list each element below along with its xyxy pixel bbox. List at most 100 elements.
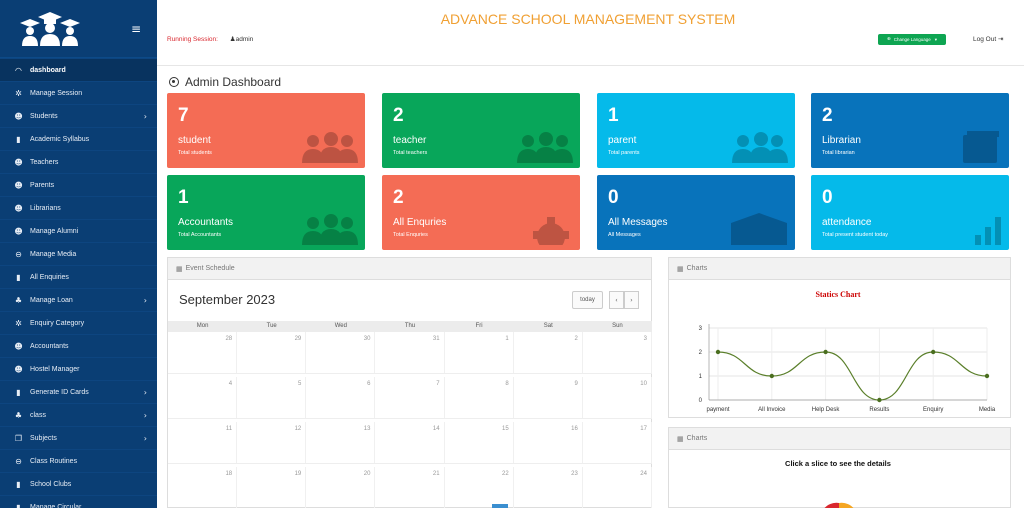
sidebar-item-parents[interactable]: ☻ Parents: [0, 173, 157, 196]
sidebar-item-manage-circular[interactable]: ▮ Manage Circular: [0, 495, 157, 508]
sidebar-item-label: Students: [30, 112, 58, 120]
sidebar-item-hostel-manager[interactable]: ☻ Hostel Manager: [0, 357, 157, 380]
users-icon: ☻: [14, 157, 23, 167]
menu-toggle-icon[interactable]: ≡: [131, 22, 141, 36]
stat-card-value: 2: [393, 105, 404, 126]
users-bg-icon: [299, 129, 359, 168]
stat-card-attendance[interactable]: 0 attendance Total present student today: [811, 175, 1009, 250]
charts-panel-title: Charts: [686, 265, 708, 272]
gear-icon: ✲: [15, 88, 22, 98]
calendar-day-cell[interactable]: 13: [306, 422, 376, 463]
dashboard-circle-icon: [169, 77, 179, 87]
sidebar-item-label: Parents: [30, 181, 55, 189]
calendar-day-cell[interactable]: 3: [583, 332, 652, 373]
stat-card-parent[interactable]: 1 parent Total parents: [597, 93, 795, 168]
chevron-right-icon: ›: [143, 111, 147, 121]
book-icon: ▮: [16, 479, 21, 489]
sidebar-item-all-enquiries[interactable]: ▮ All Enquiries: [0, 265, 157, 288]
sidebar-item-students[interactable]: ☻ Students ›: [0, 104, 157, 127]
calendar-day-cell[interactable]: 16: [514, 422, 583, 463]
calendar-weekdays: Mon Tue Wed Thu Fri Sat Sun: [168, 321, 652, 332]
stat-card-teacher[interactable]: 2 teacher Total teachers: [382, 93, 580, 168]
data-point-media[interactable]: [984, 373, 990, 379]
stat-card-all-enquries[interactable]: 2 All Enquries Total Enquries: [382, 175, 580, 250]
calendar-day-cell[interactable]: 1: [445, 332, 514, 373]
calendar-day-cell[interactable]: 20: [306, 467, 376, 508]
calendar-day-cell[interactable]: 12: [237, 422, 307, 463]
pie-chart-slice[interactable]: [819, 502, 859, 508]
calendar-day-cell[interactable]: 30: [306, 332, 376, 373]
x-tick-label: payment: [706, 407, 729, 413]
sidebar-item-librarians[interactable]: ☻ Librarians: [0, 196, 157, 219]
sidebar-item-accountants[interactable]: ☻ Accountants: [0, 334, 157, 357]
system-title: ADVANCE SCHOOL MANAGEMENT SYSTEM: [440, 11, 736, 27]
calendar-day-cell[interactable]: 21: [375, 467, 445, 508]
data-point-payment[interactable]: [715, 349, 721, 355]
calendar-scroll-indicator[interactable]: [492, 504, 508, 508]
logout-link[interactable]: Log Out ⇥: [973, 35, 1003, 43]
calendar-day-cell[interactable]: 24: [583, 467, 652, 508]
next-month-button[interactable]: ›: [624, 291, 639, 309]
sidebar-item-subjects[interactable]: ❐ Subjects ›: [0, 426, 157, 449]
sidebar-item-label: Enquiry Category: [30, 319, 85, 327]
calendar-day-cell[interactable]: 14: [375, 422, 445, 463]
calendar-day-cell[interactable]: 23: [514, 467, 583, 508]
calendar-day-cell[interactable]: 28: [168, 332, 238, 373]
calendar-day-cell[interactable]: 6: [306, 377, 376, 418]
calendar-day-cell[interactable]: 31: [375, 332, 445, 373]
stat-card-student[interactable]: 7 student Total students: [167, 93, 365, 168]
sidebar-item-class-routines[interactable]: ⊖ Class Routines: [0, 449, 157, 472]
calendar-day-cell[interactable]: 10: [583, 377, 652, 418]
stat-card-librarian[interactable]: 2 Librarian Total librarian: [811, 93, 1009, 168]
sidebar-item-label: Accountants: [30, 342, 69, 350]
calendar-day-cell[interactable]: 18: [168, 467, 238, 508]
change-language-button[interactable]: ⊕ Change Language ▾: [878, 34, 946, 45]
calendar-day-cell[interactable]: 11: [168, 422, 238, 463]
sidebar-item-manage-loan[interactable]: ♣ Manage Loan ›: [0, 288, 157, 311]
calendar-day-cell[interactable]: 5: [237, 377, 307, 418]
app: ≡ ◠ dashboard ✲ Manage Session ☻ Students › ▮ Ac…: [0, 0, 1024, 508]
stat-card-value: 1: [608, 105, 619, 126]
book-icon: ▮: [16, 387, 21, 397]
calendar-day-cell[interactable]: 4: [168, 377, 238, 418]
calendar-day-cell[interactable]: 29: [237, 332, 307, 373]
sidebar-item-label: class: [30, 411, 46, 419]
sidebar-item-generate-id-cards[interactable]: ▮ Generate ID Cards ›: [0, 380, 157, 403]
stat-card-accountants[interactable]: 1 Accountants Total Accountants: [167, 175, 365, 250]
today-button[interactable]: today: [572, 291, 603, 309]
calendar-day-cell[interactable]: 15: [445, 422, 514, 463]
sidebar-item-manage-session[interactable]: ✲ Manage Session: [0, 81, 157, 104]
chevron-right-icon: ›: [143, 295, 147, 305]
sidebar-item-school-clubs[interactable]: ▮ School Clubs: [0, 472, 157, 495]
globe-icon: ⊕: [886, 37, 891, 42]
sidebar-item-academic-syllabus[interactable]: ▮ Academic Syllabus: [0, 127, 157, 150]
sidebar-item-teachers[interactable]: ☻ Teachers: [0, 150, 157, 173]
prev-month-button[interactable]: ‹: [609, 291, 624, 309]
chevron-right-icon: ›: [143, 410, 147, 420]
sidebar-item-enquiry-category[interactable]: ✲ Enquiry Category: [0, 311, 157, 334]
calendar-day-cell[interactable]: 17: [583, 422, 652, 463]
calendar-day-cell[interactable]: 7: [375, 377, 445, 418]
calendar-day-cell[interactable]: 2: [514, 332, 583, 373]
x-tick-label: All Invoice: [758, 407, 786, 413]
data-point-help-desk[interactable]: [823, 349, 828, 355]
weekday-header: Wed: [334, 323, 347, 329]
data-point-results[interactable]: [877, 397, 882, 403]
sidebar-item-label: Manage Alumni: [30, 227, 79, 235]
stat-card-subtitle: Total teachers: [393, 150, 428, 156]
sidebar-header: ≡: [0, 0, 157, 58]
sidebar-item-manage-alumni[interactable]: ☻ Manage Alumni: [0, 219, 157, 242]
statics-line-chart[interactable]: 0 1 2 3 payment All Invoice Help Desk Results En…: [669, 304, 1010, 414]
calendar-day-cell[interactable]: 9: [514, 377, 583, 418]
stat-card-all-messages[interactable]: 0 All Messages All Messages: [597, 175, 795, 250]
sidebar-item-manage-media[interactable]: ⊖ Manage Media: [0, 242, 157, 265]
sidebar-item-class[interactable]: ♣ class ›: [0, 403, 157, 426]
calendar-day-cell[interactable]: 19: [237, 467, 307, 508]
sidebar-item-dashboard[interactable]: ◠ dashboard: [0, 58, 157, 81]
calendar-day-cell[interactable]: 22: [445, 467, 514, 508]
calendar-day-cell[interactable]: 8: [445, 377, 514, 418]
stat-card-label: All Enquries: [393, 217, 447, 228]
data-point-all-invoice[interactable]: [769, 373, 774, 379]
data-point-enquiry[interactable]: [931, 349, 936, 355]
users-bg-icon: [729, 129, 789, 168]
